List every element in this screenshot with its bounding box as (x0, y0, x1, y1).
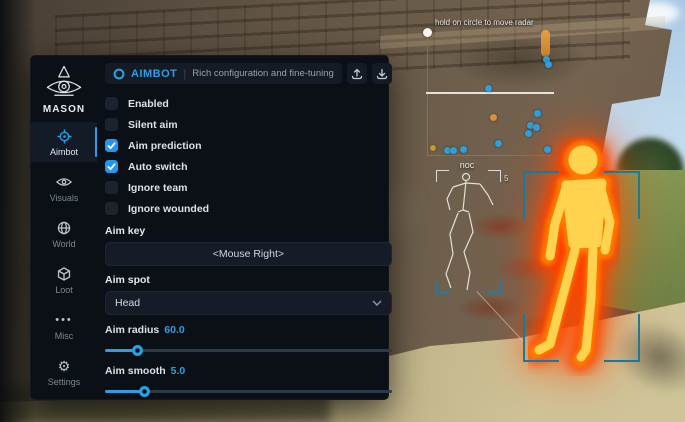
radar-dot (430, 145, 436, 151)
checkbox-aim-prediction[interactable]: Aim prediction (105, 135, 392, 156)
aim-spot-value: Head (115, 297, 372, 309)
radar-drag-handle[interactable] (423, 28, 432, 37)
sidebar-item-label: Settings (48, 377, 81, 387)
radar-axis-left (427, 37, 428, 155)
import-config-button[interactable] (372, 63, 392, 84)
checkbox-label: Ignore team (128, 182, 188, 194)
header-divider: | (183, 68, 186, 80)
page-subtitle: Rich configuration and fine-tuning (192, 68, 334, 79)
esp-corner (523, 314, 559, 362)
checkbox-ignore-wounded[interactable]: Ignore wounded (105, 198, 392, 219)
radar-dot (534, 110, 541, 117)
aim-smooth-label: Aim smooth (105, 365, 166, 377)
sidebar-item-settings[interactable]: ⚙ Settings (31, 352, 97, 392)
radar-axis-bottom (427, 155, 551, 156)
eye-icon (56, 174, 73, 191)
checkbox-label: Enabled (128, 98, 169, 110)
skeleton-distance: 5 (504, 174, 508, 183)
gear-icon: ⚙ (56, 358, 73, 375)
skeleton-player-name: noc (434, 160, 500, 170)
page-title: AIMBOT (131, 68, 177, 80)
radar-dot (490, 114, 497, 121)
slider-thumb[interactable] (139, 386, 150, 397)
brand-label: MASON (43, 104, 85, 115)
slider-thumb[interactable] (132, 345, 143, 356)
aim-radius-value: 60.0 (164, 324, 184, 336)
globe-icon (56, 220, 73, 237)
esp-corner (523, 171, 559, 219)
esp-corner (604, 171, 640, 219)
download-icon (376, 68, 388, 80)
radar-dot (460, 146, 467, 153)
checkbox-label: Aim prediction (128, 140, 202, 152)
checkbox-enabled[interactable]: Enabled (105, 93, 392, 114)
chevron-down-icon (372, 300, 382, 306)
sidebar-item-visuals[interactable]: Visuals (31, 168, 97, 208)
slider-track (105, 349, 392, 352)
checkbox-list: Enabled Silent aim Aim prediction Auto s… (105, 93, 392, 219)
checkbox-icon (105, 97, 118, 110)
sidebar-nav: Aimbot Visuals World (31, 122, 97, 392)
aim-smooth-value: 5.0 (171, 365, 186, 377)
skeleton-bones (436, 170, 502, 292)
radar-dot (450, 147, 457, 154)
radar-dot (485, 85, 492, 92)
sidebar-item-label: Visuals (50, 193, 79, 203)
sidebar-item-label: Loot (55, 285, 73, 295)
sidebar-item-aimbot[interactable]: Aimbot (31, 122, 97, 162)
radar-item-marker (541, 30, 550, 57)
checkbox-label: Auto switch (128, 161, 188, 173)
aim-radius-label: Aim radius (105, 324, 159, 336)
checkbox-label: Silent aim (128, 119, 178, 131)
sidebar-item-loot[interactable]: Loot (31, 260, 97, 300)
checkbox-auto-switch[interactable]: Auto switch (105, 156, 392, 177)
aim-radius-slider[interactable] (105, 345, 392, 356)
sidebar-item-misc[interactable]: ••• Misc (31, 306, 97, 346)
sidebar-item-world[interactable]: World (31, 214, 97, 254)
game-screen: noc 5 hold on circle to move radar (0, 0, 685, 422)
checkbox-icon (105, 160, 118, 173)
radar-hint-text: hold on circle to move radar (435, 18, 534, 27)
player-esp-box (523, 171, 640, 362)
upload-icon (351, 68, 363, 80)
aim-radius-row: Aim radius 60.0 (105, 324, 392, 336)
radar-dot (533, 124, 540, 131)
crosshair-icon (56, 128, 73, 145)
export-config-button[interactable] (347, 63, 367, 84)
sidebar: MASON Aimbot Visuals (31, 56, 97, 399)
panel-content: AIMBOT | Rich configuration and fine-tun… (97, 56, 404, 399)
radar-dot (545, 61, 552, 68)
slider-fill (105, 390, 144, 393)
checkbox-icon (105, 202, 118, 215)
esp-corner (604, 314, 640, 362)
checkbox-silent-aim[interactable]: Silent aim (105, 114, 392, 135)
checkbox-ignore-team[interactable]: Ignore team (105, 177, 392, 198)
radar-dot (525, 130, 532, 137)
sidebar-item-label: Aimbot (50, 147, 78, 157)
target-icon (113, 68, 125, 80)
cheat-menu-panel: MASON Aimbot Visuals (30, 55, 389, 400)
aim-spot-select[interactable]: Head (105, 291, 392, 315)
radar: hold on circle to move radar (424, 18, 558, 160)
checkbox-icon (105, 139, 118, 152)
loot-box-icon (56, 266, 73, 283)
mason-logo-icon (43, 64, 85, 102)
radar-dot (495, 140, 502, 147)
skeleton-esp: noc 5 (434, 162, 510, 296)
sidebar-item-label: Misc (55, 331, 74, 341)
dots-icon: ••• (56, 312, 73, 329)
brand: MASON (43, 64, 85, 115)
page-header: AIMBOT | Rich configuration and fine-tun… (105, 63, 342, 84)
radar-horizon-line (426, 92, 554, 94)
checkbox-icon (105, 118, 118, 131)
checkbox-icon (105, 181, 118, 194)
aim-key-button[interactable]: <Mouse Right> (105, 242, 392, 266)
radar-dot (544, 146, 551, 153)
aim-spot-label: Aim spot (105, 274, 392, 286)
aim-smooth-slider[interactable] (105, 386, 392, 397)
checkbox-label: Ignore wounded (128, 203, 209, 215)
sidebar-item-label: World (52, 239, 75, 249)
aim-key-label: Aim key (105, 225, 392, 237)
aim-smooth-row: Aim smooth 5.0 (105, 365, 392, 377)
